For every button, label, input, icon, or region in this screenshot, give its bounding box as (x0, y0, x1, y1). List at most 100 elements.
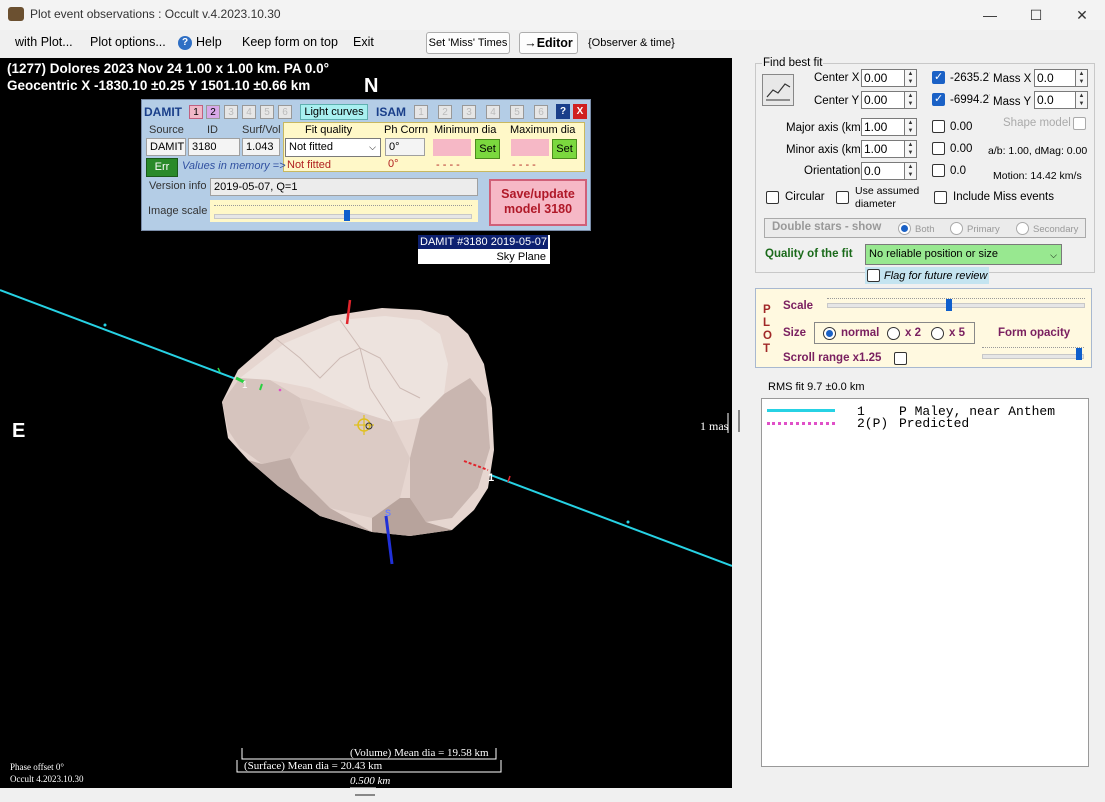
size-x2-radio[interactable] (887, 327, 900, 340)
menu-help[interactable]: Help (196, 35, 222, 49)
size-normal-radio[interactable] (823, 327, 836, 340)
minor-axis-spinner[interactable]: ▲ ▼ (904, 140, 917, 158)
damit-model-1[interactable]: 1 (189, 105, 203, 119)
mass-x-spinner[interactable]: ▲ ▼ (1075, 69, 1088, 87)
major-axis-checkbox[interactable] (932, 120, 945, 133)
chevron-down-icon: ⌵ (1050, 250, 1057, 260)
volume-dia-label: (Volume) Mean dia = 19.58 km (350, 747, 489, 759)
damit-model-4[interactable]: 4 (242, 105, 256, 119)
damit-help-button[interactable]: ? (556, 104, 570, 119)
menu-keep-on-top[interactable]: Keep form on top (242, 35, 338, 49)
center-x-spinner[interactable]: ▲ ▼ (904, 69, 917, 87)
quality-of-fit-value: No reliable position or size (869, 248, 999, 260)
save-update-button[interactable]: Save/update model 3180 (489, 179, 587, 226)
double-stars-label: Double stars - show (772, 221, 882, 233)
window-title: Plot event observations : Occult v.4.202… (30, 7, 281, 21)
close-button[interactable]: ✕ (1059, 0, 1105, 30)
best-fit-button[interactable] (762, 74, 794, 106)
min-dia-field[interactable] (433, 139, 471, 156)
isam-model-3[interactable]: 3 (462, 105, 476, 119)
minor-axis-checkbox[interactable] (932, 142, 945, 155)
include-miss-label: Include Miss events (953, 191, 1054, 203)
observer-time-label[interactable]: {Observer & time} (588, 37, 675, 49)
form-opacity-track (982, 354, 1084, 359)
max-dia-field[interactable] (511, 139, 549, 156)
flag-review-label: Flag for future review (884, 270, 988, 282)
legend-name-2: Predicted (899, 416, 970, 431)
major-axis-input[interactable]: 1.00 (861, 118, 905, 136)
major-axis-spinner[interactable]: ▲ ▼ (904, 118, 917, 136)
menu-exit[interactable]: Exit (353, 35, 374, 49)
menu-bar: with Plot... Plot options... ? Help Keep… (0, 30, 1105, 56)
shape-model-checkbox[interactable] (1073, 117, 1086, 130)
scroll-range-checkbox[interactable] (894, 352, 907, 365)
secondary-radio[interactable] (1016, 222, 1029, 235)
damit-close-button[interactable]: X (573, 104, 587, 119)
scale-thumb[interactable] (946, 299, 952, 311)
quality-of-fit-select[interactable]: No reliable position or size ⌵ (865, 244, 1062, 265)
damit-model-3[interactable]: 3 (224, 105, 238, 119)
isam-model-2[interactable]: 2 (438, 105, 452, 119)
both-label: Both (915, 224, 935, 235)
image-scale-thumb[interactable] (344, 210, 350, 221)
circular-checkbox[interactable] (766, 191, 779, 204)
isam-model-4[interactable]: 4 (486, 105, 500, 119)
both-radio[interactable] (898, 222, 911, 235)
legend-line-predicted (767, 422, 835, 425)
orientation-spinner[interactable]: ▲ ▼ (904, 162, 917, 180)
scale-slider[interactable] (825, 296, 1087, 314)
damit-model-6[interactable]: 6 (278, 105, 292, 119)
editor-button[interactable]: →Editor (519, 32, 578, 54)
version-info-field: 2019-05-07, Q=1 (210, 178, 478, 196)
graph-icon (766, 83, 791, 101)
include-miss-checkbox[interactable] (934, 191, 947, 204)
plot-area[interactable]: (1277) Dolores 2023 Nov 24 1.00 x 1.00 k… (0, 58, 732, 788)
chord-tick-left (103, 323, 107, 327)
center-y-input[interactable]: 0.00 (861, 91, 905, 109)
isam-model-6[interactable]: 6 (534, 105, 548, 119)
min-dia-set-button[interactable]: Set (475, 139, 500, 159)
assumed-diameter-checkbox[interactable] (836, 191, 849, 204)
flag-review-checkbox[interactable] (867, 269, 880, 282)
fix-x-checkbox[interactable] (932, 70, 945, 84)
x-value-label: -2635.27 (950, 72, 990, 84)
damit-model-2[interactable]: 2 (206, 105, 220, 119)
mas-scale-label: 1 mas (700, 419, 729, 433)
south-pole-label: S (385, 508, 392, 518)
legend-line-observed (767, 409, 835, 412)
image-scale-slider[interactable] (210, 200, 478, 222)
isam-model-5[interactable]: 5 (510, 105, 524, 119)
center-x-input[interactable]: 0.00 (861, 69, 905, 87)
menu-with-plot[interactable]: with Plot... (15, 35, 73, 49)
isam-model-1[interactable]: 1 (414, 105, 428, 119)
menu-plot-options[interactable]: Plot options... (90, 35, 166, 49)
scale-label: Scale (783, 300, 814, 312)
maximize-button[interactable]: ☐ (1013, 0, 1059, 30)
err-button[interactable]: Err (146, 158, 178, 177)
plot-letter-t: T (763, 343, 771, 355)
fix-y-checkbox[interactable] (932, 92, 945, 106)
surfvol-field: 1.043 (242, 138, 280, 156)
mass-y-input[interactable]: 0.0 (1034, 91, 1076, 109)
chevron-down-icon: ⌵ (369, 142, 376, 152)
damit-model-5[interactable]: 5 (260, 105, 274, 119)
max-dia-set-button[interactable]: Set (552, 139, 577, 159)
bottom-splitter-handle[interactable] (355, 794, 375, 796)
mass-y-spinner[interactable]: ▲ ▼ (1075, 91, 1088, 109)
set-miss-times-button[interactable]: Set 'Miss' Times (426, 32, 510, 54)
size-x5-radio[interactable] (931, 327, 944, 340)
orientation-checkbox[interactable] (932, 164, 945, 177)
splitter-handle[interactable] (738, 410, 740, 432)
light-curves-button[interactable]: Light curves (300, 104, 368, 120)
form-opacity-thumb[interactable] (1076, 348, 1082, 360)
minimize-button[interactable]: — (967, 0, 1013, 30)
fit-quality-select[interactable]: Not fitted ⌵ (285, 138, 381, 157)
center-y-spinner[interactable]: ▲ ▼ (904, 91, 917, 109)
orientation-input[interactable]: 0.0 (861, 162, 905, 180)
minor-axis-input[interactable]: 1.00 (861, 140, 905, 158)
major-axis-chk-value: 0.00 (950, 121, 973, 133)
image-scale-track (214, 214, 472, 219)
mass-x-input[interactable]: 0.0 (1034, 69, 1076, 87)
form-opacity-slider[interactable] (980, 345, 1088, 363)
primary-radio[interactable] (950, 222, 963, 235)
